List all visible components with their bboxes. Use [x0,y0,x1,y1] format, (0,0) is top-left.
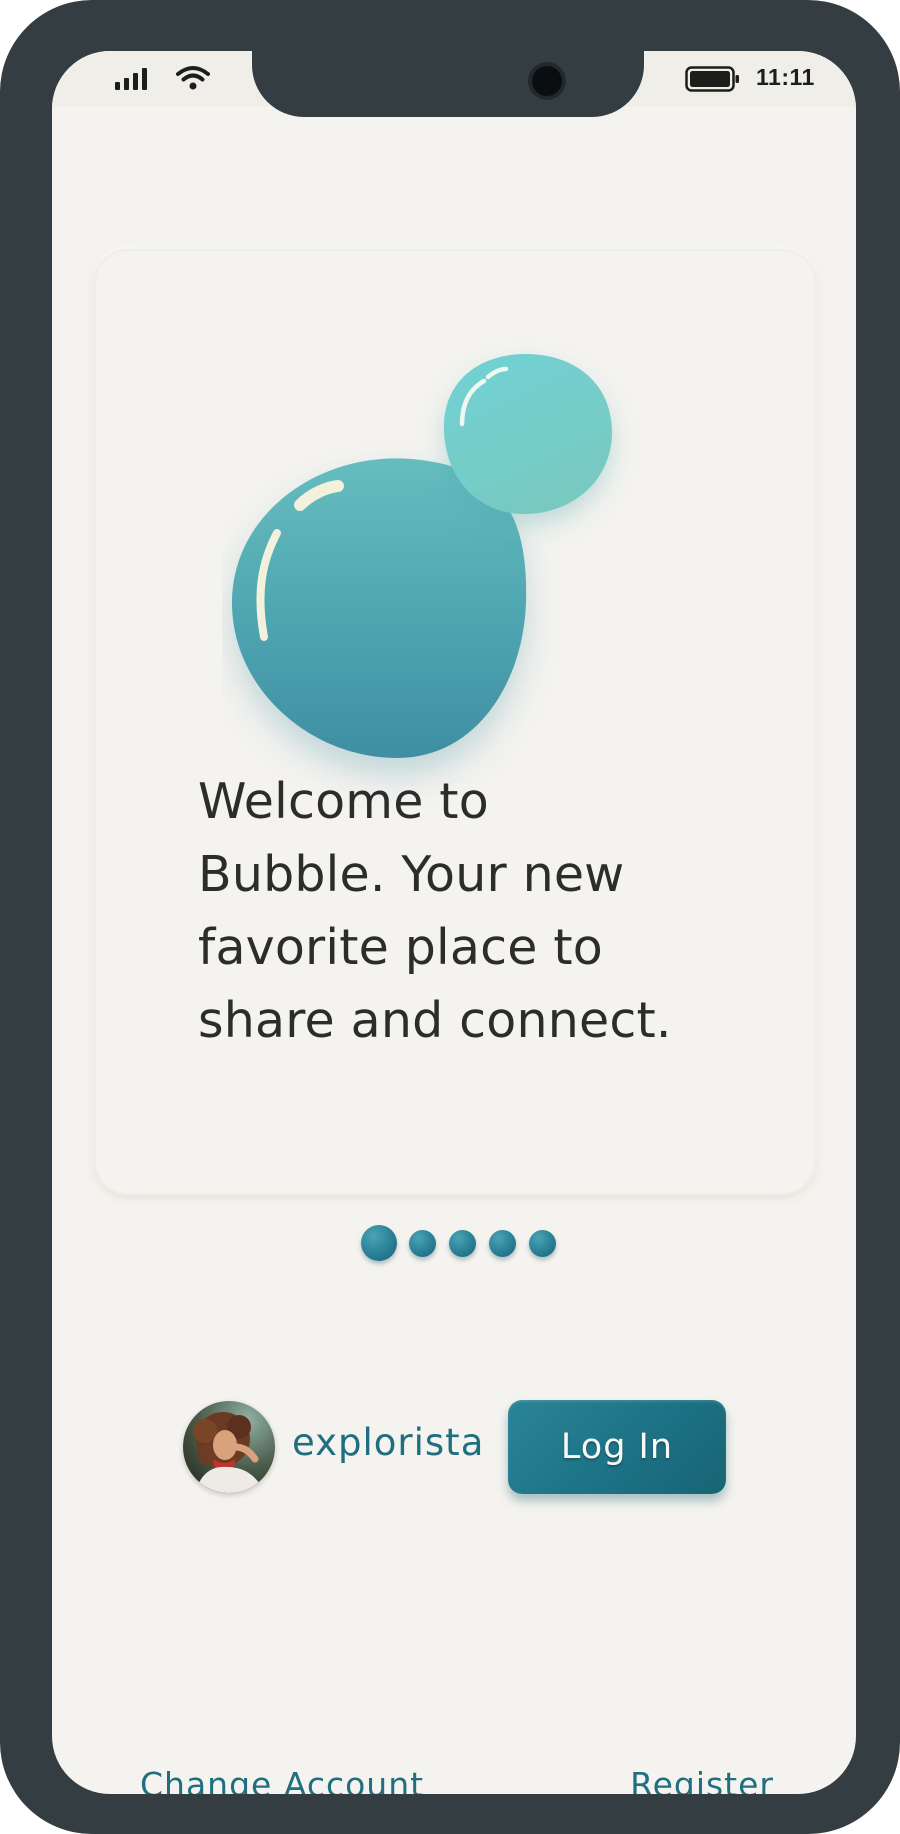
battery-icon [685,66,739,92]
bubble-illustration [231,353,612,758]
change-account-link[interactable]: Change Account [140,1765,424,1794]
status-bar: 11:11 [52,51,856,117]
phone-frame: 11:11 Welcome to Bubble. Your new favori… [0,0,900,1834]
welcome-line: Bubble. Your new [198,846,625,903]
status-time: 11:11 [756,64,815,90]
front-camera [532,66,562,96]
page-dot[interactable] [489,1230,516,1257]
page-dot-active[interactable] [361,1225,397,1261]
welcome-line: favorite place to [198,919,603,976]
welcome-line: share and connect. [198,992,672,1049]
user-avatar-photo [183,1401,275,1493]
app-screen: 11:11 Welcome to Bubble. Your new favori… [52,51,856,1794]
wifi-icon [176,66,210,90]
username-label: explorista [292,1421,485,1464]
login-button[interactable]: Log In [508,1400,726,1494]
welcome-message: Welcome to Bubble. Your new favorite pla… [198,765,718,1057]
account-login-row: explorista Log In [52,1400,856,1511]
avatar[interactable] [183,1401,275,1493]
welcome-line: Welcome to [198,773,489,830]
page-dot[interactable] [409,1230,436,1257]
notch [252,51,644,117]
cellular-signal-icon [115,68,147,90]
page-indicator [357,1222,567,1266]
page-dot[interactable] [449,1230,476,1257]
page-dot[interactable] [529,1230,556,1257]
register-link[interactable]: Register [630,1765,774,1794]
